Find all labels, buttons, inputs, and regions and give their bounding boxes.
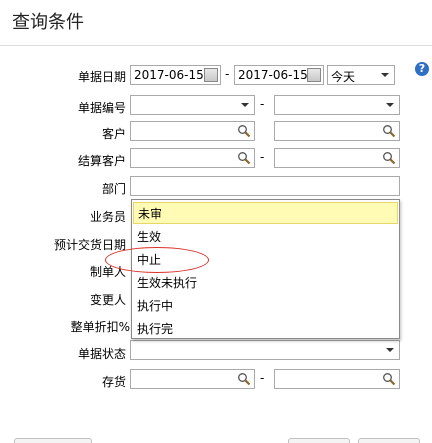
chevron-down-icon[interactable] [241,103,249,107]
bottom-left-button[interactable] [14,438,92,443]
range-separator: - [260,97,265,111]
inventory-label: 存货 [101,375,126,389]
settle-customer-to-field[interactable] [274,148,400,168]
search-icon[interactable] [382,151,396,165]
modifier-label: 变更人 [89,293,126,307]
dialog-header: 查询条件 [0,0,432,46]
status-option-completed[interactable]: 执行完 [133,318,398,340]
department-label: 部门 [101,182,126,196]
bottom-button-1[interactable] [288,438,350,443]
status-option-effective-unexecuted[interactable]: 生效未执行 [133,272,398,294]
doc-no-label: 单据编号 [77,101,126,115]
discount-label: 整单折扣% [70,320,130,334]
search-icon[interactable] [237,124,251,138]
customer-from-field[interactable] [130,121,255,141]
chevron-down-icon[interactable] [386,348,394,352]
help-icon[interactable]: ? [415,62,429,76]
chevron-down-icon[interactable] [381,73,389,77]
search-icon[interactable] [382,372,396,386]
chevron-down-icon[interactable] [386,103,394,107]
status-option-unreviewed[interactable]: 未审 [133,202,398,224]
range-separator: - [260,150,265,164]
search-icon[interactable] [382,124,396,138]
doc-no-to-field[interactable] [274,95,400,115]
status-option-executing[interactable]: 执行中 [133,295,398,317]
date-label: 单据日期 [77,70,126,84]
search-icon[interactable] [237,151,251,165]
customer-to-field[interactable] [274,121,400,141]
range-separator: - [260,371,265,385]
inventory-to-field[interactable] [274,369,400,389]
calendar-icon[interactable] [307,68,321,82]
bottom-button-2[interactable] [358,438,420,443]
date-range-select[interactable]: 今天 [327,65,395,85]
calendar-icon[interactable] [204,68,218,82]
status-option-effective[interactable]: 生效 [133,226,398,248]
search-icon[interactable] [237,372,251,386]
annotation-ellipse [105,247,209,273]
salesperson-label: 业务员 [89,210,126,224]
inventory-from-field[interactable] [130,369,255,389]
doc-no-from-field[interactable] [130,95,255,115]
settle-customer-label: 结算客户 [77,154,126,168]
dialog-title: 查询条件 [12,12,84,33]
department-field[interactable] [130,176,400,196]
date-from-field[interactable]: 2017-06-15 [130,65,221,85]
settle-customer-from-field[interactable] [130,148,255,168]
date-to-field[interactable]: 2017-06-15 [234,65,324,85]
est-delivery-label: 预计交货日期 [53,238,126,252]
customer-label: 客户 [101,127,126,141]
status-select[interactable] [130,340,400,360]
range-separator: - [225,67,230,81]
status-label: 单据状态 [77,347,126,361]
